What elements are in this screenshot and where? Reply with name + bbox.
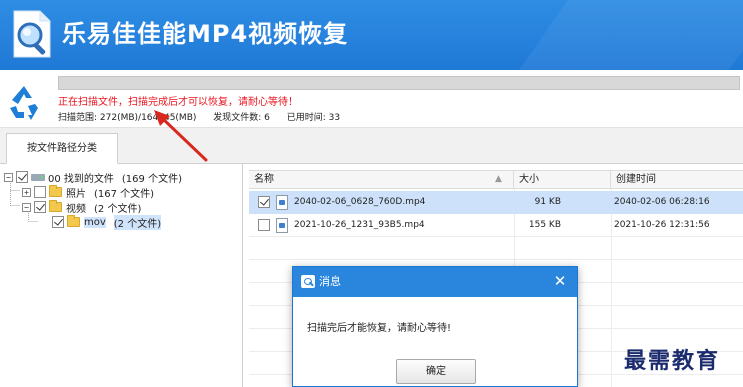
recycle-icon (10, 86, 38, 120)
file-size: 91 KB (534, 197, 561, 207)
table-row[interactable]: 2021-10-26_1231_93B5.mp4 155 KB 2021-10-… (249, 214, 743, 237)
tree-item-count: (2 个文件) (94, 203, 142, 215)
sort-up-icon: ▲ (495, 174, 502, 184)
scan-stats: 扫描范围: 272(MB)/164845(MB) 发现文件数: 6 已用时间: … (58, 110, 354, 123)
column-header-created[interactable]: 创建时间 (611, 171, 743, 188)
ok-button[interactable]: 确定 (396, 359, 476, 384)
scan-progress-bar (58, 76, 740, 90)
file-size: 155 KB (528, 220, 561, 230)
folder-icon (67, 215, 80, 227)
tree-item-photos[interactable]: + 照片 (167 个文件) (22, 185, 155, 200)
collapse-toggle[interactable]: − (22, 202, 31, 212)
dialog-title-bar: 消息 ✕ (293, 267, 577, 297)
tree-item-label: mov (84, 216, 106, 228)
video-file-icon (276, 195, 288, 210)
tree-item-videos[interactable]: − 视频 (2 个文件) (22, 200, 142, 215)
scan-status-text: 正在扫描文件，扫描完成后才可以恢复，请耐心等待！ (58, 97, 298, 108)
tree-item-label: 00 找到的文件 (48, 173, 114, 185)
tree-item-count: (167 个文件) (94, 188, 155, 200)
folder-icon (49, 185, 62, 197)
close-button[interactable]: ✕ (551, 272, 569, 290)
elapsed-time: 已用时间: 33 (286, 113, 341, 123)
tree-checkbox[interactable] (16, 171, 28, 183)
app-title-bar: 乐易佳佳能MP4视频恢复 (0, 0, 743, 70)
dialog-message: 扫描完后才能恢复，请耐心等待! (307, 323, 452, 334)
grid-line (249, 259, 743, 260)
drive-icon (31, 172, 45, 183)
tree-checkbox[interactable] (34, 186, 46, 198)
expand-toggle[interactable]: + (22, 187, 31, 197)
folder-icon (49, 200, 62, 212)
collapse-toggle[interactable]: − (4, 172, 13, 182)
app-logo-icon (13, 10, 51, 58)
search-icon (301, 275, 315, 288)
tree-item-label: 视频 (66, 203, 86, 215)
file-name: 2040-02-06_0628_760D.mp4 (294, 197, 426, 207)
video-file-icon (276, 218, 288, 233)
column-header-name[interactable]: 名称 (249, 171, 514, 188)
folder-tree: − 00 找到的文件 (169 个文件) + 照片 (167 个文件) − 视频… (0, 164, 243, 387)
file-created: 2021-10-26 12:31:56 (614, 220, 710, 230)
tree-item-mov[interactable]: mov (2 个文件) (52, 214, 162, 230)
message-dialog: 消息 ✕ 扫描完后才能恢复，请耐心等待! 确定 (292, 266, 578, 387)
tab-by-file-path[interactable]: 按文件路径分类 (6, 133, 118, 164)
scan-range: 扫描范围: 272(MB)/164845(MB) (58, 113, 197, 123)
watermark: 最需教育 (624, 348, 721, 374)
table-row[interactable]: 2040-02-06_0628_760D.mp4 91 KB 2040-02-0… (249, 191, 743, 214)
tree-checkbox[interactable] (34, 201, 46, 213)
row-checkbox[interactable] (258, 196, 270, 208)
scan-status-panel: 正在扫描文件，扫描完成后才可以恢复，请耐心等待！ 扫描范围: 272(MB)/1… (0, 70, 743, 128)
found-count: 发现文件数: 6 (213, 113, 270, 123)
tree-checkbox[interactable] (52, 216, 64, 228)
file-list-header: 名称 ▲ 大小 创建时间 (249, 170, 743, 189)
tree-item-label: 照片 (66, 188, 86, 200)
tree-item-count: (169 个文件) (121, 173, 182, 185)
tab-bar: 按文件路径分类 (0, 128, 743, 164)
app-title: 乐易佳佳能MP4视频恢复 (62, 20, 349, 48)
tree-item-count: (2 个文件) (113, 214, 162, 230)
file-name: 2021-10-26_1231_93B5.mp4 (294, 220, 425, 230)
file-created: 2040-02-06 06:28:16 (614, 197, 710, 207)
dialog-title: 消息 (319, 275, 341, 288)
tree-item-found-files[interactable]: − 00 找到的文件 (169 个文件) (4, 170, 182, 185)
row-checkbox[interactable] (258, 219, 270, 231)
column-header-size[interactable]: 大小 (514, 171, 611, 188)
